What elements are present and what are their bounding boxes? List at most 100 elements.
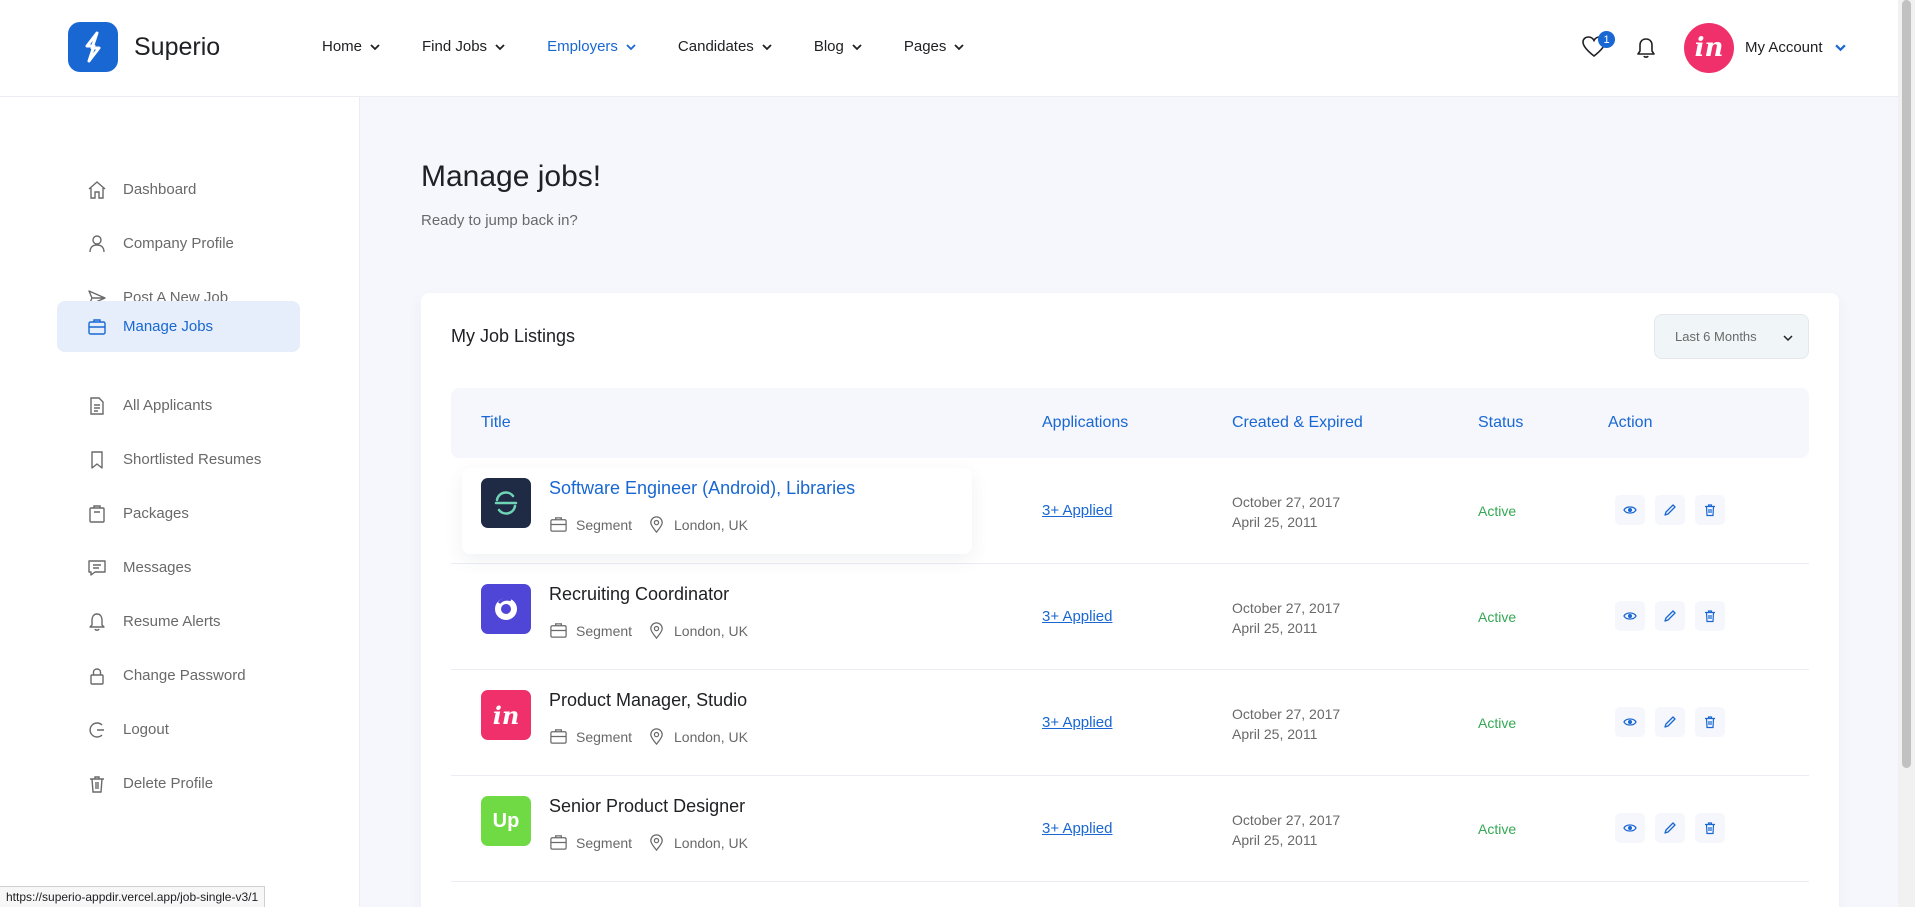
eye-icon xyxy=(1623,506,1637,514)
page-title: Manage jobs! xyxy=(421,160,602,193)
view-button[interactable] xyxy=(1615,601,1645,631)
chevron-down-icon xyxy=(495,43,505,50)
eye-icon xyxy=(1623,718,1637,726)
row-actions xyxy=(1615,601,1735,631)
company-name: Segment xyxy=(576,516,633,533)
column-header-applications: Applications xyxy=(1042,414,1129,431)
job-listings-card: My Job Listings Last 6 Months Title Appl… xyxy=(421,293,1839,907)
created-date: October 27, 2017 xyxy=(1232,706,1341,722)
sidebar-item-company-profile[interactable]: Company Profile xyxy=(57,218,300,269)
nav-candidates-label: Candidates xyxy=(677,38,754,55)
scrollbar-thumb[interactable] xyxy=(1902,0,1911,768)
company-name: Segment xyxy=(576,728,633,745)
delete-button[interactable] xyxy=(1695,707,1725,737)
trash-icon xyxy=(1705,716,1715,729)
pencil-icon xyxy=(1664,504,1676,516)
sidebar-item-resume-alerts[interactable]: Resume Alerts xyxy=(57,596,300,647)
nav-candidates[interactable]: Candidates xyxy=(678,38,772,55)
brand-name: Superio xyxy=(134,32,221,61)
pencil-icon xyxy=(1664,822,1676,834)
expired-date: April 25, 2011 xyxy=(1232,620,1318,636)
dates: October 27, 2017 April 25, 2011 xyxy=(1232,810,1340,850)
nav-home[interactable]: Home xyxy=(322,38,380,55)
sidebar-item-label: Shortlisted Resumes xyxy=(123,451,262,468)
sidebar-item-all-applicants[interactable]: All Applicants xyxy=(57,380,300,431)
job-title-link[interactable]: Software Engineer (Android), Libraries xyxy=(549,478,855,499)
delete-button[interactable] xyxy=(1695,601,1725,631)
map-pin-icon xyxy=(650,622,663,640)
sidebar-item-manage-jobs[interactable]: Manage Jobs xyxy=(57,301,300,352)
map-pin-icon xyxy=(650,834,663,852)
trash-icon xyxy=(1705,610,1715,623)
status-badge: Active xyxy=(1478,821,1517,837)
job-title-link[interactable]: Senior Product Designer xyxy=(549,796,745,817)
table-row: Recruiting Coordinator Segment London, U… xyxy=(451,564,1809,670)
page-scrollbar[interactable] xyxy=(1898,0,1915,907)
select-value: Last 6 Months xyxy=(1675,329,1757,344)
header-actions: 1 in My Account xyxy=(1538,0,1898,97)
chevron-down-icon xyxy=(762,43,772,50)
sidebar-item-label: Dashboard xyxy=(123,181,197,198)
trash-icon xyxy=(1705,822,1715,835)
pencil-icon xyxy=(1664,610,1676,622)
company-name: Segment xyxy=(576,622,633,639)
job-title-link[interactable]: Recruiting Coordinator xyxy=(549,584,729,605)
main-nav: Home Find Jobs Employers Candidates Blog… xyxy=(322,38,1006,55)
sidebar-item-label: All Applicants xyxy=(123,397,213,414)
nav-home-label: Home xyxy=(322,38,363,55)
sidebar-item-messages[interactable]: Messages xyxy=(57,542,300,593)
created-date: October 27, 2017 xyxy=(1232,812,1341,828)
edit-button[interactable] xyxy=(1655,707,1685,737)
eye-icon xyxy=(1623,612,1637,620)
bookmark-icon xyxy=(91,450,103,469)
view-button[interactable] xyxy=(1615,707,1645,737)
created-date: October 27, 2017 xyxy=(1232,494,1341,510)
sidebar-item-logout[interactable]: Logout xyxy=(57,704,300,755)
sidebar-item-dashboard[interactable]: Dashboard xyxy=(57,164,300,215)
row-actions xyxy=(1615,813,1735,843)
sidebar-item-label: Logout xyxy=(123,721,169,738)
view-button[interactable] xyxy=(1615,495,1645,525)
applications-link[interactable]: 3+ Applied xyxy=(1042,714,1112,731)
date-range-select[interactable]: Last 6 Months xyxy=(1654,314,1809,359)
edit-button[interactable] xyxy=(1655,813,1685,843)
edit-button[interactable] xyxy=(1655,601,1685,631)
applications-link[interactable]: 3+ Applied xyxy=(1042,502,1112,519)
sidebar-item-label: Resume Alerts xyxy=(123,613,221,630)
edit-button[interactable] xyxy=(1655,495,1685,525)
bell-icon[interactable] xyxy=(1635,36,1657,60)
nav-employers[interactable]: Employers xyxy=(547,38,636,55)
created-date: October 27, 2017 xyxy=(1232,600,1341,616)
map-pin-icon xyxy=(650,728,663,746)
location-text: London, UK xyxy=(674,728,748,745)
brand-logo[interactable]: Superio xyxy=(68,22,220,72)
nav-pages-label: Pages xyxy=(903,38,947,55)
nav-find-jobs[interactable]: Find Jobs xyxy=(422,38,505,55)
lock-icon xyxy=(90,667,104,685)
sidebar-item-packages[interactable]: Packages xyxy=(57,488,300,539)
my-account-menu[interactable]: My Account xyxy=(1745,39,1846,56)
package-icon xyxy=(89,504,105,523)
sidebar-item-label: Delete Profile xyxy=(123,775,214,792)
delete-button[interactable] xyxy=(1695,813,1725,843)
row-actions xyxy=(1615,495,1735,525)
applications-link[interactable]: 3+ Applied xyxy=(1042,608,1112,625)
expired-date: April 25, 2011 xyxy=(1232,832,1318,848)
nav-employers-label: Employers xyxy=(547,38,618,55)
dates: October 27, 2017 April 25, 2011 xyxy=(1232,598,1340,638)
wishlist-count-badge: 1 xyxy=(1598,31,1615,48)
sidebar-item-delete-profile[interactable]: Delete Profile xyxy=(57,758,300,809)
sidebar-item-change-password[interactable]: Change Password xyxy=(57,650,300,701)
column-header-title: Title xyxy=(481,414,511,431)
view-button[interactable] xyxy=(1615,813,1645,843)
applications-link[interactable]: 3+ Applied xyxy=(1042,820,1112,837)
sidebar-item-shortlisted-resumes[interactable]: Shortlisted Resumes xyxy=(57,434,300,485)
job-title-link[interactable]: Product Manager, Studio xyxy=(549,690,747,711)
card-title: My Job Listings xyxy=(451,326,576,346)
nav-blog[interactable]: Blog xyxy=(814,38,862,55)
delete-button[interactable] xyxy=(1695,495,1725,525)
nav-pages[interactable]: Pages xyxy=(904,38,965,55)
avatar[interactable]: in xyxy=(1684,23,1734,73)
table-header: Title Applications Created & Expired Sta… xyxy=(451,388,1809,458)
location-meta: London, UK xyxy=(647,833,748,852)
